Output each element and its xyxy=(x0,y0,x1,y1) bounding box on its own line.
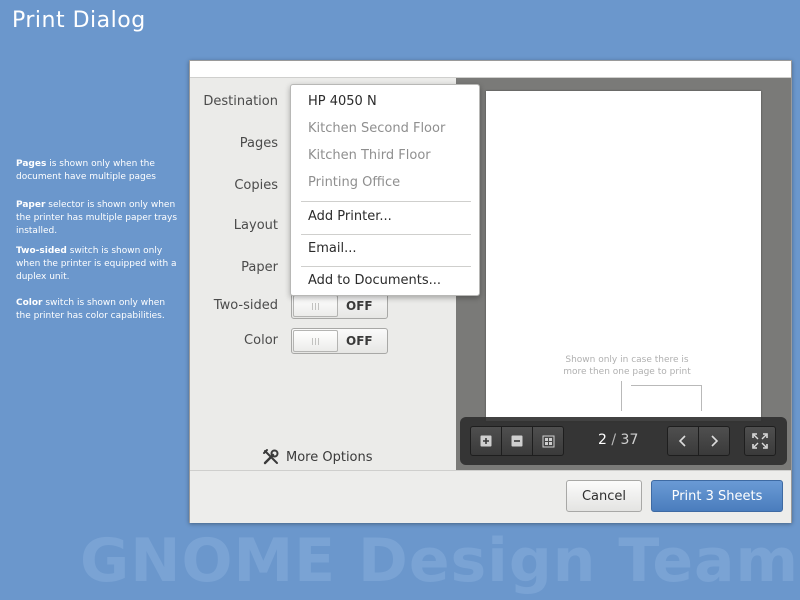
tools-icon xyxy=(263,449,279,465)
note-paper: Paper selector is shown only when the pr… xyxy=(16,200,178,236)
watermark-text: GNOME Design Team xyxy=(80,526,800,596)
note-pages: Pages is shown only when the document ha… xyxy=(16,159,156,182)
preview-pane: Shown only in case there is more then on… xyxy=(456,78,791,470)
color-state: OFF xyxy=(346,334,373,348)
grid-view-button[interactable] xyxy=(532,426,564,456)
color-switch[interactable]: OFF xyxy=(291,328,388,354)
annotation-line xyxy=(621,381,622,411)
preview-toolbar: 2 / 37 xyxy=(460,417,787,465)
page-title: Print Dialog xyxy=(12,8,146,33)
annotation-line xyxy=(631,385,701,386)
destination-menu: HP 4050 N Kitchen Second Floor Kitchen T… xyxy=(290,84,480,296)
page-counter: 2 / 37 xyxy=(598,432,638,448)
two-sided-label: Two-sided xyxy=(213,298,278,313)
color-label: Color xyxy=(244,333,278,348)
menu-item-add-printer[interactable]: Add Printer... xyxy=(308,209,392,224)
menu-separator xyxy=(301,266,471,267)
fullscreen-button[interactable] xyxy=(744,426,776,456)
cancel-button[interactable]: Cancel xyxy=(566,480,642,512)
menu-separator xyxy=(301,234,471,235)
menu-item-add-to-documents[interactable]: Add to Documents... xyxy=(308,273,441,288)
chevron-left-icon xyxy=(678,435,686,447)
layout-label: Layout xyxy=(233,218,278,233)
destination-label: Destination xyxy=(203,94,278,109)
fullscreen-icon xyxy=(752,433,768,449)
note-two-sided: Two-sided switch is shown only when the … xyxy=(16,246,177,282)
menu-item-printer[interactable]: Kitchen Third Floor xyxy=(308,148,431,163)
zoom-in-button[interactable] xyxy=(470,426,502,456)
two-sided-state: OFF xyxy=(346,299,373,313)
page-separator: / xyxy=(611,432,617,448)
switch-knob[interactable] xyxy=(293,295,338,317)
menu-item-email[interactable]: Email... xyxy=(308,241,356,256)
more-options-button[interactable]: More Options xyxy=(262,448,373,466)
two-sided-switch[interactable]: OFF xyxy=(291,293,388,319)
print-button[interactable]: Print 3 Sheets xyxy=(651,480,783,512)
previous-page-button[interactable] xyxy=(667,426,699,456)
note-color: Color switch is shown only when the prin… xyxy=(16,298,166,321)
menu-separator xyxy=(301,201,471,202)
minus-square-icon xyxy=(511,435,523,447)
dialog-footer: Cancel Print 3 Sheets xyxy=(190,470,791,523)
annotation-line xyxy=(701,385,702,411)
switch-knob[interactable] xyxy=(293,330,338,352)
menu-item-printer[interactable]: Printing Office xyxy=(308,175,400,190)
menu-item-printer[interactable]: Kitchen Second Floor xyxy=(308,121,445,136)
current-page: 2 xyxy=(598,432,607,448)
plus-square-icon xyxy=(480,435,492,447)
next-page-button[interactable] xyxy=(698,426,730,456)
menu-item-selected-printer[interactable]: HP 4050 N xyxy=(308,94,377,109)
chevron-right-icon xyxy=(711,435,719,447)
preview-page: Shown only in case there is more then on… xyxy=(486,91,761,421)
zoom-out-button[interactable] xyxy=(501,426,533,456)
total-pages: 37 xyxy=(620,432,639,448)
more-options-label: More Options xyxy=(286,449,373,465)
screen: GNOME Design Team Print Dialog Pages is … xyxy=(0,0,800,600)
copies-label: Copies xyxy=(234,178,278,193)
pages-label: Pages xyxy=(239,136,278,151)
grid-view-icon xyxy=(542,435,554,447)
paper-label: Paper xyxy=(241,260,278,275)
print-dialog: Destination Pages Copies Layout Paper Tw… xyxy=(189,60,792,523)
preview-annotation: Shown only in case there is more then on… xyxy=(563,355,691,377)
dialog-header xyxy=(190,61,791,78)
